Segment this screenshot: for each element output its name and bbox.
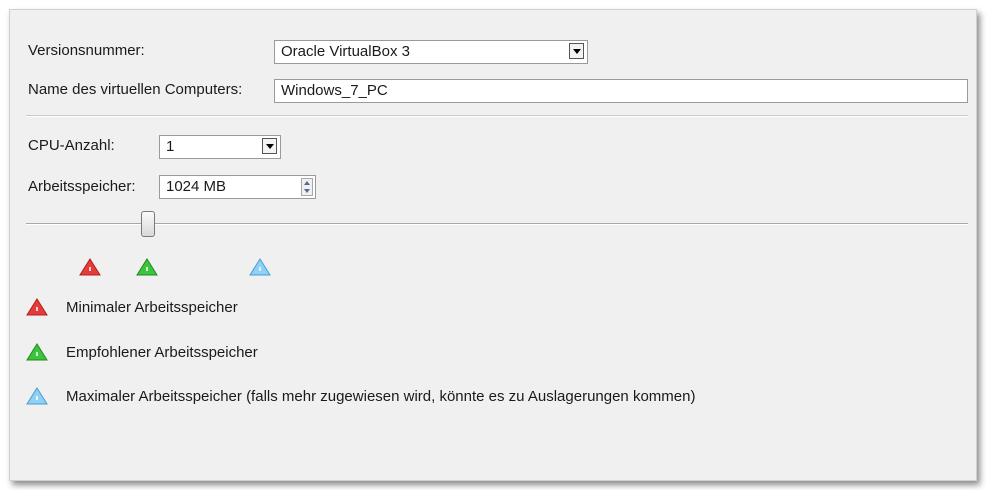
max-marker-icon (249, 258, 271, 276)
ram-value: 1024 MB (166, 178, 227, 195)
cpu-label: CPU-Anzahl: (28, 137, 115, 154)
legend-max-label: Maximaler Arbeitsspeicher (falls mehr zu… (66, 388, 696, 405)
legend-min-label: Minimaler Arbeitsspeicher (66, 299, 238, 316)
vm-name-value: Windows_7_PC (281, 82, 388, 99)
version-label: Versionsnummer: (28, 42, 145, 59)
recommended-marker-icon (136, 258, 158, 276)
vm-name-input[interactable]: Windows_7_PC (274, 79, 968, 103)
spinner-arrows-icon[interactable] (301, 178, 313, 196)
version-value: Oracle VirtualBox 3 (281, 43, 410, 60)
warning-triangle-red-icon (26, 298, 48, 316)
ram-label: Arbeitsspeicher: (28, 178, 136, 195)
min-marker-icon (79, 258, 101, 276)
triangle-green-icon (26, 343, 48, 361)
legend-recommended-label: Empfohlener Arbeitsspeicher (66, 344, 258, 361)
vm-name-label: Name des virtuellen Computers: (28, 81, 243, 98)
triangle-blue-icon (26, 387, 48, 405)
chevron-down-icon[interactable] (262, 138, 277, 154)
cpu-value: 1 (166, 138, 175, 155)
ram-stepper[interactable]: 1024 MB (159, 175, 316, 199)
memory-slider-track[interactable] (26, 223, 968, 225)
vm-settings-panel: Versionsnummer: Oracle VirtualBox 3 Name… (9, 9, 977, 481)
chevron-down-icon[interactable] (569, 43, 584, 59)
divider (26, 115, 968, 117)
cpu-dropdown[interactable]: 1 (159, 135, 281, 159)
memory-slider-thumb[interactable] (141, 211, 156, 237)
version-dropdown[interactable]: Oracle VirtualBox 3 (274, 40, 588, 64)
